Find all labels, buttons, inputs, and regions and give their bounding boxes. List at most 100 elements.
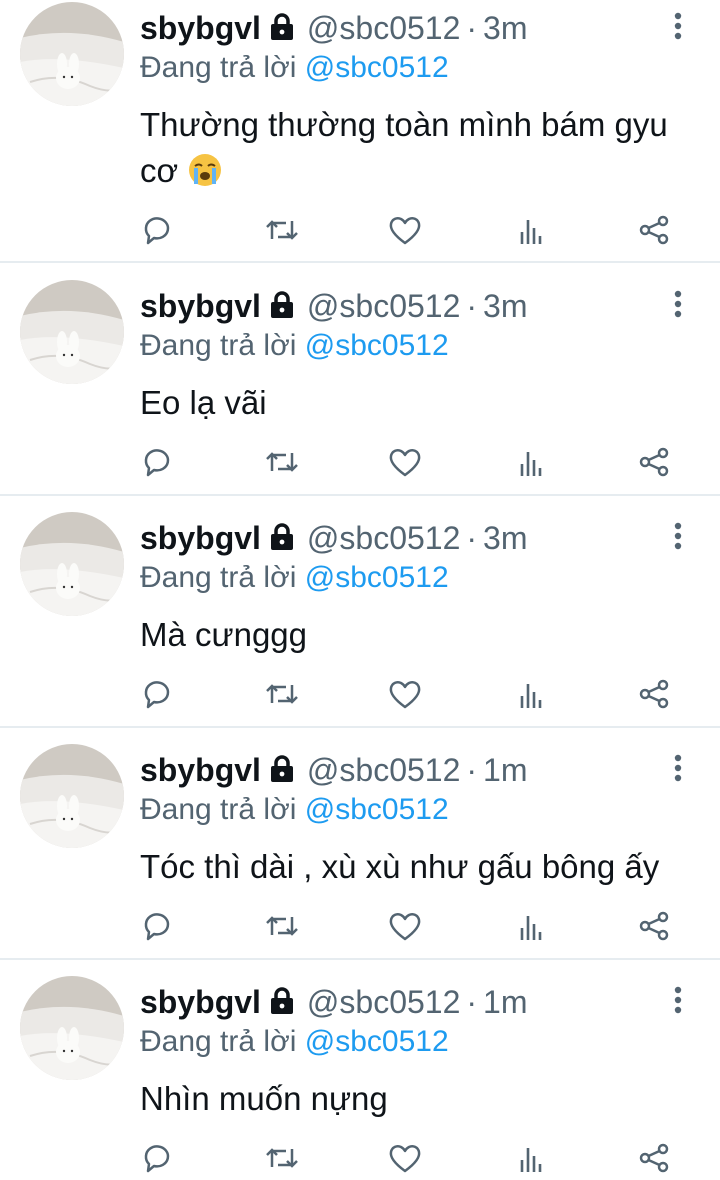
retweet-icon[interactable] xyxy=(262,210,302,250)
views-icon[interactable] xyxy=(511,210,551,250)
retweet-icon[interactable] xyxy=(262,442,302,482)
reply-mention-link[interactable]: @sbc0512 xyxy=(305,51,449,84)
lock-icon xyxy=(267,522,297,559)
action-bar xyxy=(0,1138,720,1178)
replying-to: Đang trả lời @sbc0512 xyxy=(140,561,449,595)
avatar[interactable] xyxy=(20,2,124,106)
timestamp[interactable]: 1m xyxy=(483,984,527,1020)
tweet[interactable]: sbybgvl @sbc0512 · 3m Đang trả lời @sbc0512… xyxy=(0,0,720,263)
tweet-text-content: Mà cưnggg xyxy=(140,616,308,653)
reply-prefix: Đang trả lời xyxy=(140,793,297,826)
separator-dot: · xyxy=(466,288,478,324)
tweet[interactable]: sbybgvl @sbc0512 · 3m Đang trả lời @sbc0512… xyxy=(0,265,720,496)
share-icon[interactable] xyxy=(634,1138,674,1178)
action-bar xyxy=(0,210,720,250)
divider xyxy=(0,958,720,960)
share-icon[interactable] xyxy=(634,674,674,714)
more-vertical-icon[interactable] xyxy=(668,10,688,50)
timestamp[interactable]: 3m xyxy=(483,288,527,324)
tweet-header: sbybgvl @sbc0512 · 3m xyxy=(140,520,528,559)
lock-icon xyxy=(267,12,297,49)
reply-prefix: Đang trả lời xyxy=(140,561,297,594)
avatar[interactable] xyxy=(20,280,124,384)
tweet-text: Mà cưnggg xyxy=(140,612,700,658)
tweet-text-content: Eo lạ vãi xyxy=(140,384,267,421)
more-vertical-icon[interactable] xyxy=(668,752,688,792)
replying-to: Đang trả lời @sbc0512 xyxy=(140,793,449,827)
replying-to: Đang trả lời @sbc0512 xyxy=(140,51,449,85)
reply-mention-link[interactable]: @sbc0512 xyxy=(305,1025,449,1058)
more-vertical-icon[interactable] xyxy=(668,520,688,560)
more-vertical-icon[interactable] xyxy=(668,984,688,1024)
handle[interactable]: @sbc0512 xyxy=(307,752,460,788)
timestamp[interactable]: 3m xyxy=(483,520,527,556)
lock-icon xyxy=(267,986,297,1023)
reply-icon[interactable] xyxy=(137,210,177,250)
timestamp[interactable]: 1m xyxy=(483,752,527,788)
separator-dot: · xyxy=(466,520,478,556)
separator-dot: · xyxy=(466,984,478,1020)
retweet-icon[interactable] xyxy=(262,1138,302,1178)
tweet[interactable]: sbybgvl @sbc0512 · 1m Đang trả lời @sbc0512… xyxy=(0,729,720,960)
divider xyxy=(0,261,720,263)
tweet-header: sbybgvl @sbc0512 · 3m xyxy=(140,288,528,327)
tweet[interactable]: sbybgvl @sbc0512 · 3m Đang trả lời @sbc0512… xyxy=(0,497,720,728)
display-name[interactable]: sbybgvl xyxy=(140,288,261,324)
retweet-icon[interactable] xyxy=(262,674,302,714)
tweet-text: Nhìn muốn nựng xyxy=(140,1076,700,1122)
tweet[interactable]: sbybgvl @sbc0512 · 1m Đang trả lời @sbc0512… xyxy=(0,961,720,1180)
handle[interactable]: @sbc0512 xyxy=(307,984,460,1020)
tweet-header: sbybgvl @sbc0512 · 3m xyxy=(140,10,528,49)
tweet-text: Tóc thì dài , xù xù như gấu bông ấy xyxy=(140,844,700,890)
replying-to: Đang trả lời @sbc0512 xyxy=(140,329,449,363)
heart-icon[interactable] xyxy=(385,210,425,250)
views-icon[interactable] xyxy=(511,442,551,482)
retweet-icon[interactable] xyxy=(262,906,302,946)
avatar[interactable] xyxy=(20,744,124,848)
views-icon[interactable] xyxy=(511,1138,551,1178)
tweet-text: Eo lạ vãi xyxy=(140,380,700,426)
display-name[interactable]: sbybgvl xyxy=(140,752,261,788)
heart-icon[interactable] xyxy=(385,442,425,482)
lock-icon xyxy=(267,754,297,791)
heart-icon[interactable] xyxy=(385,674,425,714)
share-icon[interactable] xyxy=(634,210,674,250)
more-vertical-icon[interactable] xyxy=(668,288,688,328)
reply-icon[interactable] xyxy=(137,1138,177,1178)
loudly-crying-face-emoji xyxy=(187,152,223,200)
heart-icon[interactable] xyxy=(385,1138,425,1178)
views-icon[interactable] xyxy=(511,674,551,714)
handle[interactable]: @sbc0512 xyxy=(307,520,460,556)
tweet-text-content: Tóc thì dài , xù xù như gấu bông ấy xyxy=(140,848,660,885)
replying-to: Đang trả lời @sbc0512 xyxy=(140,1025,449,1059)
tweet-text: Thường thường toàn mình bám gyu cơ xyxy=(140,102,700,200)
action-bar xyxy=(0,906,720,946)
heart-icon[interactable] xyxy=(385,906,425,946)
divider xyxy=(0,726,720,728)
action-bar xyxy=(0,442,720,482)
avatar[interactable] xyxy=(20,512,124,616)
reply-mention-link[interactable]: @sbc0512 xyxy=(305,329,449,362)
divider xyxy=(0,494,720,496)
display-name[interactable]: sbybgvl xyxy=(140,520,261,556)
handle[interactable]: @sbc0512 xyxy=(307,10,460,46)
display-name[interactable]: sbybgvl xyxy=(140,984,261,1020)
tweet-header: sbybgvl @sbc0512 · 1m xyxy=(140,752,528,791)
separator-dot: · xyxy=(466,10,478,46)
share-icon[interactable] xyxy=(634,906,674,946)
share-icon[interactable] xyxy=(634,442,674,482)
handle[interactable]: @sbc0512 xyxy=(307,288,460,324)
timestamp[interactable]: 3m xyxy=(483,10,527,46)
reply-prefix: Đang trả lời xyxy=(140,329,297,362)
reply-icon[interactable] xyxy=(137,442,177,482)
reply-mention-link[interactable]: @sbc0512 xyxy=(305,793,449,826)
action-bar xyxy=(0,674,720,714)
views-icon[interactable] xyxy=(511,906,551,946)
reply-mention-link[interactable]: @sbc0512 xyxy=(305,561,449,594)
reply-icon[interactable] xyxy=(137,674,177,714)
separator-dot: · xyxy=(466,752,478,788)
reply-icon[interactable] xyxy=(137,906,177,946)
tweet-text-content: Nhìn muốn nựng xyxy=(140,1080,388,1117)
avatar[interactable] xyxy=(20,976,124,1080)
display-name[interactable]: sbybgvl xyxy=(140,10,261,46)
